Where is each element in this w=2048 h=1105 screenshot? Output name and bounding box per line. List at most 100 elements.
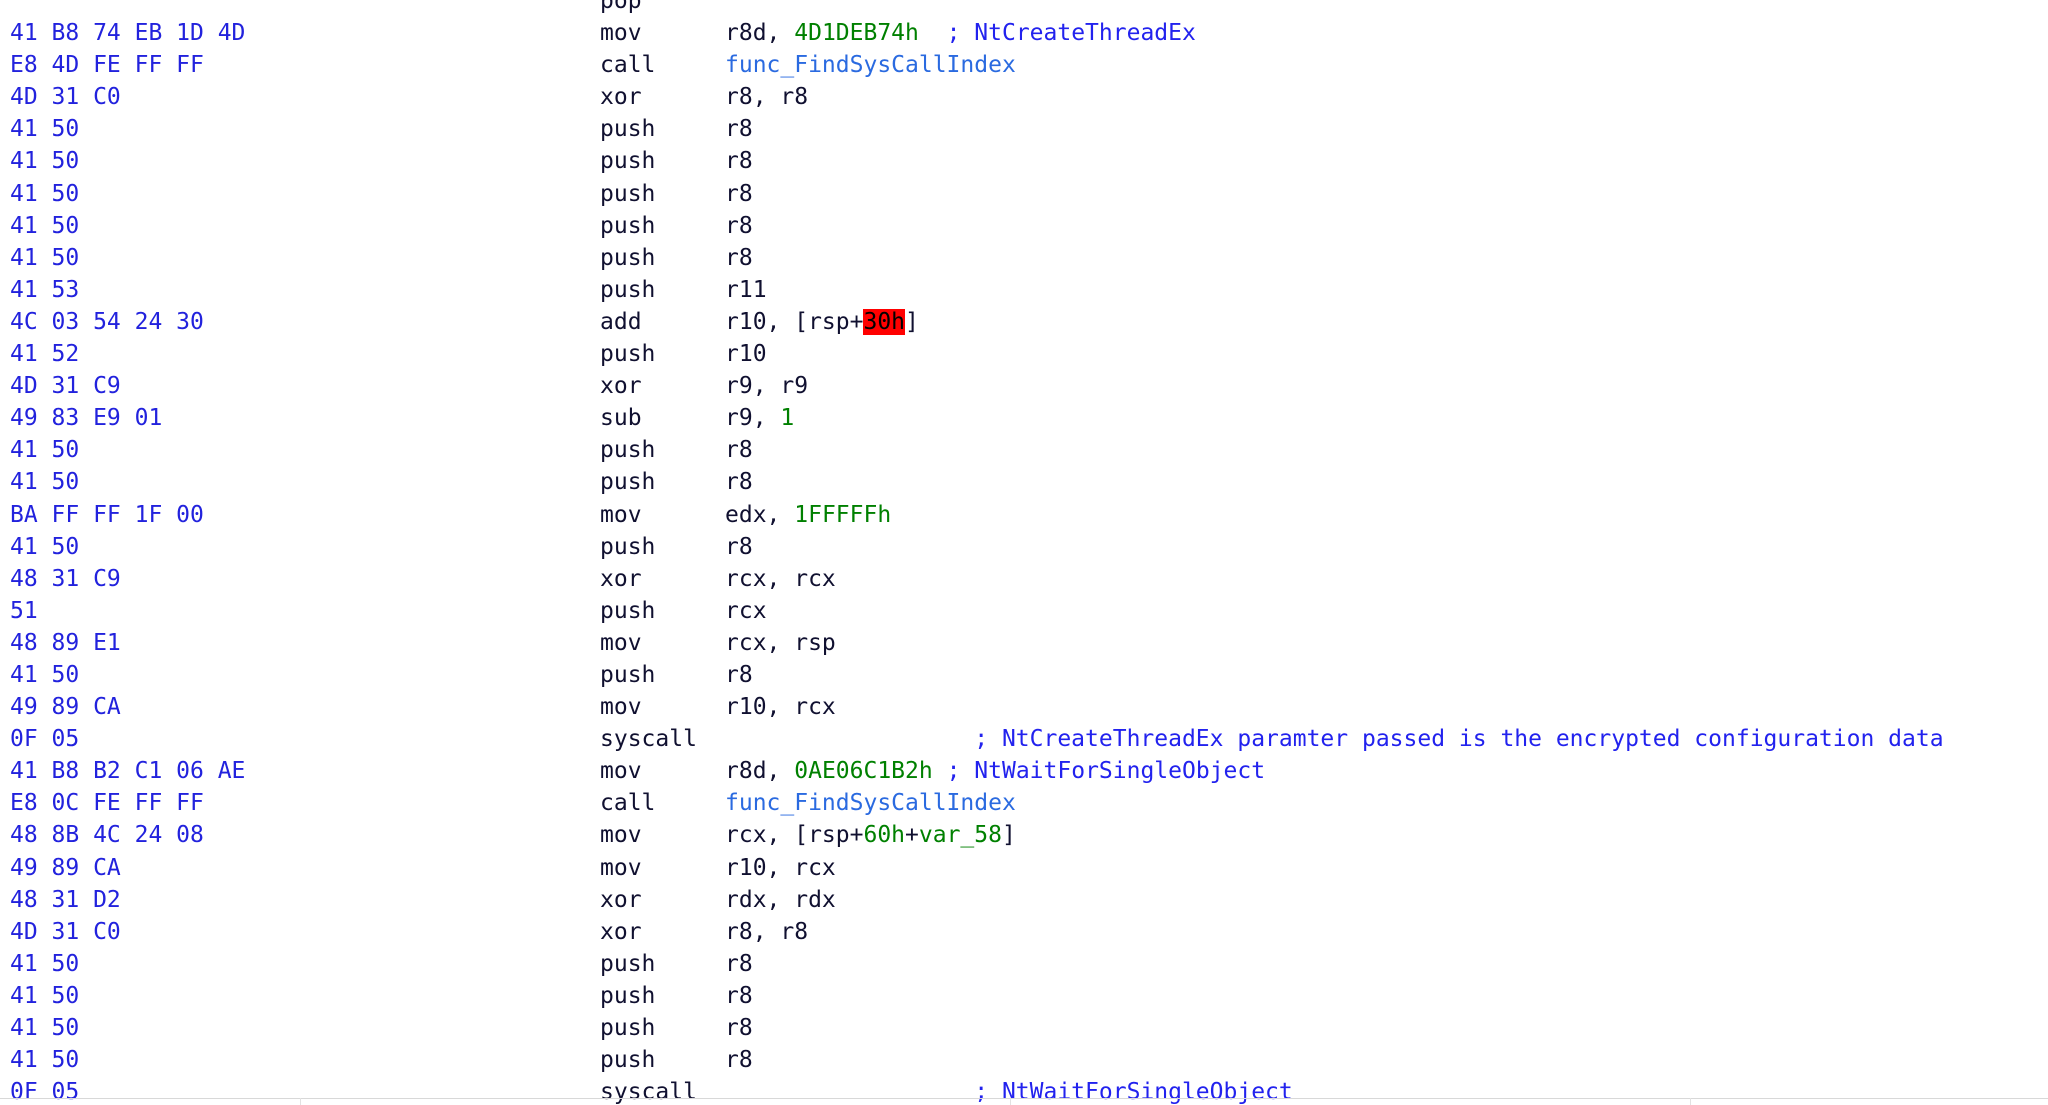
pane-column-divider[interactable] — [1010, 1098, 1011, 1105]
operand-token[interactable]: r8 — [725, 983, 753, 1009]
operands[interactable]: r8 — [725, 534, 753, 560]
instruction-row[interactable]: 4C 03 54 24 30 add r10, [rsp+30h] — [0, 306, 2048, 338]
instruction-row[interactable]: 41 50 push r8 — [0, 242, 2048, 274]
instruction-row[interactable]: 41 52 push r10 — [0, 338, 2048, 370]
operand-token[interactable]: r10, rcx — [725, 694, 836, 720]
operand-token[interactable]: rcx, [rsp+ — [725, 822, 863, 848]
mnemonic[interactable]: push — [600, 595, 725, 627]
operand-token[interactable]: r10, rcx — [725, 855, 836, 881]
operand-token[interactable]: r8 — [725, 181, 753, 207]
mnemonic[interactable]: push — [600, 274, 725, 306]
operand-token[interactable]: rcx, rcx — [725, 566, 836, 592]
operand-token[interactable]: r8 — [725, 469, 753, 495]
mnemonic[interactable]: xor — [600, 884, 725, 916]
immediate-value[interactable]: 4D1DEB74h — [794, 20, 919, 46]
instruction-row[interactable]: 4D 31 C0 xor r8, r8 — [0, 81, 2048, 113]
operands[interactable]: r8, r8 — [725, 919, 808, 945]
mnemonic[interactable]: pop — [600, 0, 725, 17]
instruction-row[interactable]: 41 50 push r8 — [0, 145, 2048, 177]
operands[interactable]: r8 — [725, 469, 753, 495]
mnemonic[interactable]: mov — [600, 819, 725, 851]
operands[interactable]: rcx, rcx — [725, 566, 836, 592]
mnemonic[interactable]: xor — [600, 81, 725, 113]
instruction-row[interactable]: BA FF FF 1F 00 mov edx, 1FFFFFh — [0, 499, 2048, 531]
operand-token[interactable]: edx, — [725, 502, 794, 528]
operands[interactable]: edx, 1FFFFFh — [725, 502, 891, 528]
mnemonic[interactable]: mov — [600, 852, 725, 884]
highlighted-operand-token[interactable]: 30h — [863, 308, 906, 335]
operands[interactable]: func_FindSysCallIndex — [725, 52, 1016, 78]
mnemonic[interactable]: push — [600, 948, 725, 980]
operands[interactable]: rdx, rdx — [725, 887, 836, 913]
stack-variable[interactable]: var_58 — [919, 822, 1002, 848]
instruction-row[interactable]: 41 50 push r8 — [0, 113, 2048, 145]
mnemonic[interactable]: push — [600, 178, 725, 210]
operands[interactable]: rcx, [rsp+60h+var_58] — [725, 822, 1016, 848]
operands[interactable]: r9, r9 — [725, 373, 808, 399]
operands[interactable]: r8 — [725, 983, 753, 1009]
instruction-row[interactable]: E8 0C FE FF FF call func_FindSysCallIndex — [0, 787, 2048, 819]
instruction-row[interactable]: E8 4D FE FF FF call func_FindSysCallIndex — [0, 49, 2048, 81]
call-target-name[interactable]: func_FindSysCallIndex — [725, 790, 1016, 816]
immediate-value[interactable]: 1 — [780, 405, 794, 431]
mnemonic[interactable]: push — [600, 531, 725, 563]
mnemonic[interactable]: call — [600, 49, 725, 81]
instruction-row[interactable]: 4D 31 C9 xor r9, r9 — [0, 370, 2048, 402]
operand-token[interactable]: r8 — [725, 951, 753, 977]
operand-token[interactable]: r8 — [725, 245, 753, 271]
mnemonic[interactable]: push — [600, 434, 725, 466]
operands[interactable]: r9, 1 — [725, 405, 794, 431]
mnemonic[interactable]: sub — [600, 402, 725, 434]
operands[interactable]: r11 — [725, 277, 767, 303]
operands[interactable]: r8 — [725, 951, 753, 977]
operand-token[interactable]: r8 — [725, 116, 753, 142]
instruction-row[interactable]: 41 50 push r8 — [0, 948, 2048, 980]
operands[interactable]: r8 — [725, 148, 753, 174]
operands[interactable]: r8 — [725, 213, 753, 239]
operand-token[interactable]: r8d, — [725, 20, 794, 46]
operands[interactable]: r8, r8 — [725, 84, 808, 110]
instruction-row[interactable]: 49 83 E9 01 sub r9, 1 — [0, 402, 2048, 434]
instruction-row[interactable]: 41 50 push r8 — [0, 434, 2048, 466]
instruction-row[interactable]: 41 B8 B2 C1 06 AE mov r8d, 0AE06C1B2h ; Nt… — [0, 755, 2048, 787]
instruction-row[interactable]: 0F 05 syscall ; NtCreateThreadEx paramter… — [0, 723, 2048, 755]
mnemonic[interactable]: syscall — [600, 1076, 725, 1105]
mnemonic[interactable]: push — [600, 210, 725, 242]
operands[interactable]: rcx — [725, 598, 767, 624]
mnemonic[interactable]: push — [600, 466, 725, 498]
operand-token[interactable]: r8 — [725, 437, 753, 463]
instruction-comment[interactable]: ; NtCreateThreadEx paramter passed is th… — [974, 726, 1943, 752]
operand-token[interactable]: rcx, rsp — [725, 630, 836, 656]
mnemonic[interactable]: mov — [600, 499, 725, 531]
operands[interactable]: r10, rcx — [725, 855, 836, 881]
operand-token[interactable]: rcx — [725, 598, 767, 624]
instruction-comment[interactable]: ; NtCreateThreadEx — [947, 20, 1196, 46]
operands[interactable]: r8 — [725, 1047, 753, 1073]
instruction-comment[interactable]: ; NtWaitForSingleObject — [974, 1079, 1293, 1105]
mnemonic[interactable]: xor — [600, 563, 725, 595]
operand-token[interactable]: r8 — [725, 148, 753, 174]
instruction-row[interactable]: 41 50 push r8 — [0, 178, 2048, 210]
mnemonic[interactable]: push — [600, 338, 725, 370]
instruction-row[interactable]: 41 50 push r8 — [0, 659, 2048, 691]
instruction-row[interactable]: 51 push rcx — [0, 595, 2048, 627]
operands[interactable]: r8 — [725, 181, 753, 207]
instruction-row[interactable]: pop — [0, 0, 2048, 17]
instruction-row[interactable]: 48 31 C9 xor rcx, rcx — [0, 563, 2048, 595]
mnemonic[interactable]: xor — [600, 916, 725, 948]
operands[interactable]: r10, rcx — [725, 694, 836, 720]
mnemonic[interactable]: call — [600, 787, 725, 819]
instruction-row[interactable]: 41 53 push r11 — [0, 274, 2048, 306]
instruction-row[interactable]: 0F 05 syscall ; NtWaitForSingleObject — [0, 1076, 2048, 1105]
mnemonic[interactable]: push — [600, 1012, 725, 1044]
mnemonic[interactable]: push — [600, 145, 725, 177]
call-target-name[interactable]: func_FindSysCallIndex — [725, 52, 1016, 78]
operands[interactable]: func_FindSysCallIndex — [725, 790, 1016, 816]
mnemonic[interactable]: mov — [600, 627, 725, 659]
operand-token[interactable]: r8 — [725, 662, 753, 688]
instruction-row[interactable]: 41 50 push r8 — [0, 980, 2048, 1012]
operand-token[interactable]: ] — [905, 309, 919, 335]
operands[interactable]: r8 — [725, 245, 753, 271]
mnemonic[interactable]: push — [600, 1044, 725, 1076]
operand-token[interactable]: r8 — [725, 1015, 753, 1041]
